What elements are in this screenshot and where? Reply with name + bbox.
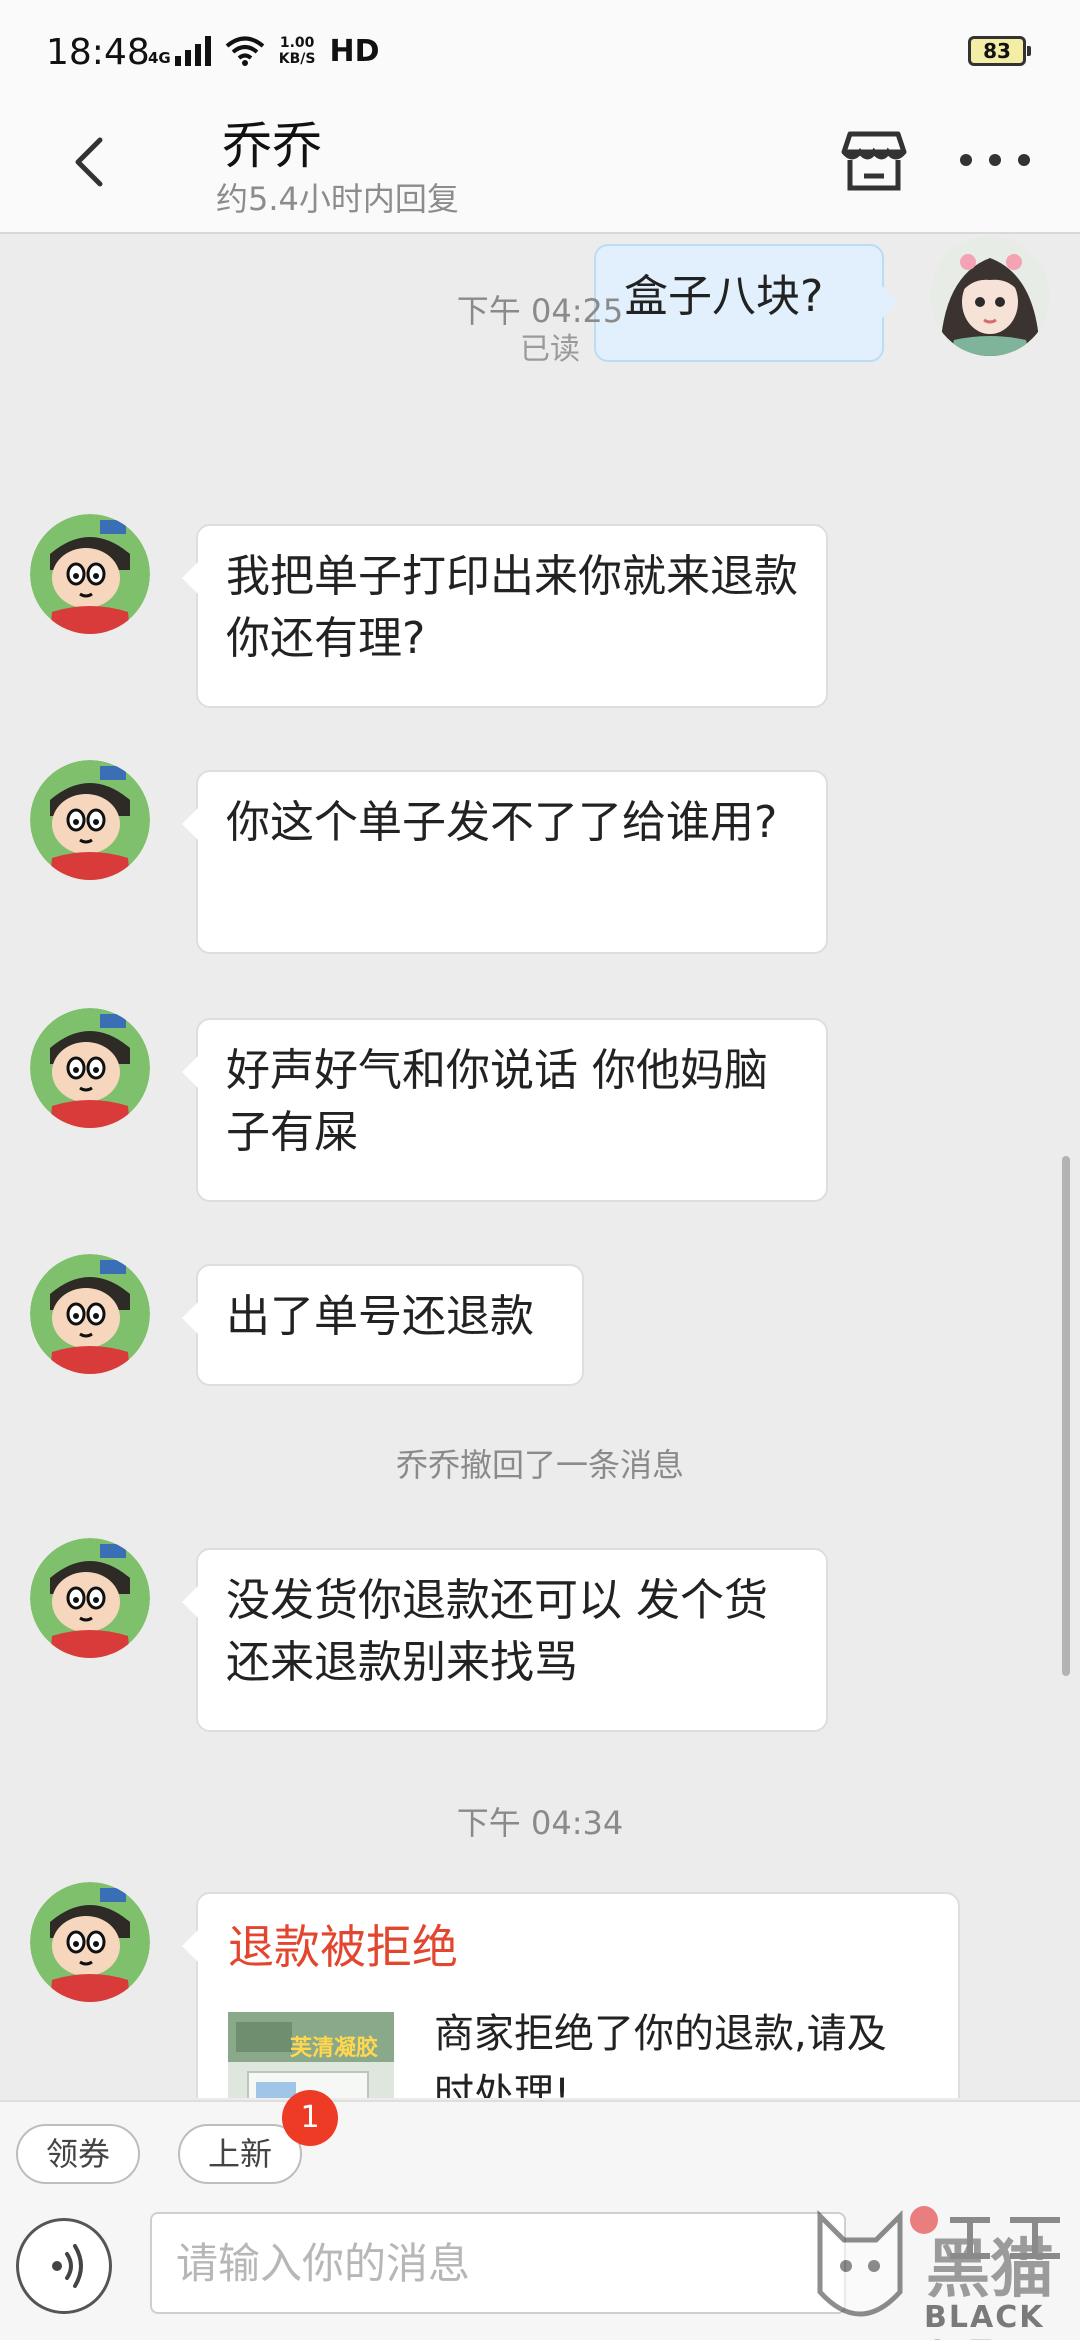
received-message[interactable]: 我把单子打印出来你就来退款你还有理? <box>182 524 828 708</box>
received-message[interactable]: 好声好气和你说话 你他妈脑子有屎 <box>182 1018 828 1202</box>
message-list[interactable]: 已读 盒子八块? 下午 04:25 我把单子打印出来你就来退款你还有理? 你这个… <box>0 236 1080 2098</box>
timestamp: 下午 04:34 <box>456 1804 624 1842</box>
chat-title: 乔乔 <box>222 117 322 175</box>
message-text: 好声好气和你说话 你他妈脑子有屎 <box>226 1045 768 1158</box>
watermark-logo-text: 黑猫 <box>926 2233 1054 2307</box>
recall-notice: 乔乔撤回了一条消息 <box>395 1446 684 1484</box>
seller-avatar[interactable] <box>30 1538 150 1658</box>
scrollbar[interactable] <box>1062 1156 1070 1676</box>
speed-unit: KB/S <box>278 51 316 67</box>
dot-icon <box>960 154 972 166</box>
chat-header: 乔乔 约5.4小时内回复 <box>0 100 1080 234</box>
dot-icon <box>1018 154 1030 166</box>
cartoon-avatar-icon <box>30 1008 150 1128</box>
seller-avatar[interactable] <box>30 514 150 634</box>
seller-avatar[interactable] <box>30 1008 150 1128</box>
cartoon-avatar-icon <box>30 1882 150 2002</box>
wifi-icon <box>225 36 265 66</box>
refund-rejected-card[interactable]: 退款被拒绝 芙清凝胶 商家拒绝了你的退款,请及时处理! <box>182 1892 960 2098</box>
cartoon-avatar-icon <box>30 1538 150 1658</box>
cartoon-avatar-icon <box>30 760 150 880</box>
cartoon-avatar-icon <box>30 514 150 634</box>
network-speed: 1.00 KB/S <box>279 35 316 67</box>
seller-avatar[interactable] <box>30 760 150 880</box>
status-time: 18:48 <box>46 32 150 73</box>
speed-value: 1.00 <box>279 35 315 51</box>
new-arrivals-label: 上新 <box>208 2135 273 2173</box>
new-arrivals-chip[interactable]: 上新 <box>178 2124 303 2184</box>
store-button[interactable] <box>838 124 910 196</box>
received-message[interactable]: 没发货你退款还可以 发个货还来退款别来找骂 <box>182 1548 828 1732</box>
voice-icon <box>52 2244 83 2288</box>
product-thumbnail[interactable]: 芙清凝胶 <box>228 2012 394 2098</box>
hd-indicator: HD <box>329 33 380 69</box>
watermark-text: BLACK CAT <box>924 2300 1045 2340</box>
chevron-left-icon <box>75 137 103 187</box>
message-text: 我把单子打印出来你就来退款你还有理? <box>226 551 798 664</box>
product-thumbnail-text: 芙清凝胶 <box>290 2036 379 2061</box>
timestamp: 下午 04:25 <box>456 292 624 330</box>
voice-button[interactable] <box>16 2218 112 2314</box>
cartoon-avatar-icon <box>30 1254 150 1374</box>
seller-avatar[interactable] <box>30 1882 150 2002</box>
refund-card-description: 商家拒绝了你的退款,请及时处理! <box>434 2011 887 2098</box>
received-message[interactable]: 你这个单子发不了了给谁用? <box>182 770 828 954</box>
seller-avatar[interactable] <box>30 1254 150 1374</box>
store-icon <box>841 131 907 191</box>
message-text: 出了单号还退款 <box>226 1291 534 1342</box>
signal-group: 4G <box>148 36 211 66</box>
message-input[interactable] <box>150 2212 846 2314</box>
coupon-chip[interactable]: 领券 <box>16 2124 141 2184</box>
received-message[interactable]: 出了单号还退款 <box>182 1264 584 1386</box>
signal-icon <box>174 36 211 66</box>
refund-card-title: 退款被拒绝 <box>228 1920 458 1974</box>
quick-action-bar: 领券 上新 1 <box>0 2090 1080 2200</box>
reply-time-hint: 约5.4小时内回复 <box>216 180 459 218</box>
battery-icon: 83 <box>968 36 1031 66</box>
coupon-label: 领券 <box>46 2135 111 2173</box>
status-icons: 4G 1.00 KB/S HD <box>148 30 379 72</box>
message-text: 你这个单子发不了了给谁用? <box>226 797 778 848</box>
back-button[interactable] <box>60 132 120 192</box>
network-type: 4G <box>148 49 171 67</box>
status-bar: 18:48 4G 1.00 KB/S HD 83 <box>0 0 1080 100</box>
notification-badge: 1 <box>282 2090 338 2146</box>
dot-icon <box>989 154 1001 166</box>
message-text: 没发货你退款还可以 发个货还来退款别来找骂 <box>226 1575 768 1688</box>
more-options-button[interactable] <box>960 142 1030 178</box>
